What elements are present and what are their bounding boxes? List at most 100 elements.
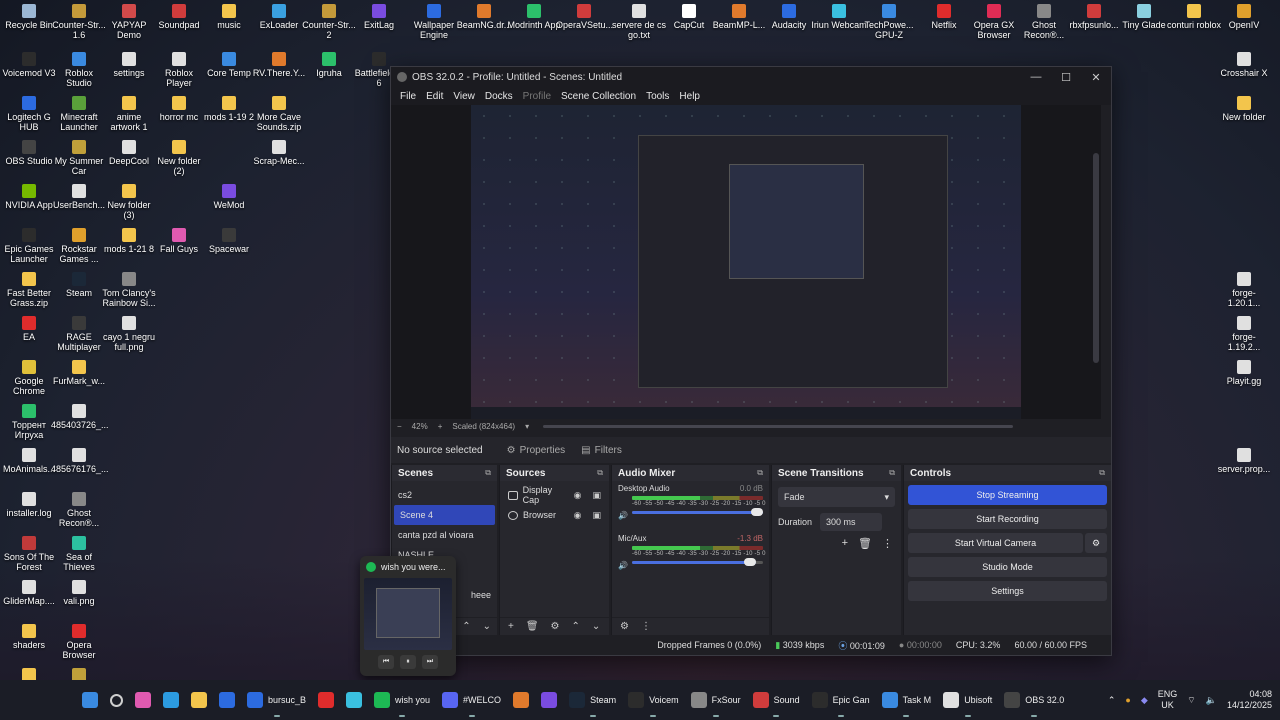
desktop-icon[interactable]: horror mc [151,96,207,122]
speaker-icon[interactable]: 🔊 [618,511,628,520]
add-transition-icon[interactable]: + [842,537,848,550]
scene-item-canta[interactable]: canta pzd al vioara [392,525,497,545]
taskbar-epic-games[interactable]: Epic Gan [806,680,876,720]
desktop-icon[interactable]: Wallpaper Engine [406,4,462,40]
desktop-icon[interactable]: cayo 1 negru full.png [101,316,157,352]
desktop-icon[interactable]: Fast Better Grass.zip [1,272,57,308]
stop-streaming-button[interactable]: Stop Streaming [908,485,1107,505]
desktop-icon[interactable]: WeMod [201,184,257,210]
taskbar-file-explorer[interactable] [185,680,213,720]
close-button[interactable]: ✕ [1081,71,1111,84]
desktop-icon[interactable]: Epic Games Launcher [1,228,57,264]
scale-dropdown-icon[interactable]: ▾ [525,422,529,431]
desktop-icon[interactable]: vali.png [51,580,107,606]
desktop-icon[interactable]: YAPYAP Demo [101,4,157,40]
pause-button[interactable]: ⏸ [400,655,416,669]
desktop-icon[interactable]: Core Temp [201,52,257,78]
desktop-icon[interactable]: My Summer Car [51,140,107,176]
desktop-icon[interactable]: Opera Browser [51,624,107,660]
taskbar-netflix[interactable] [312,680,340,720]
taskbar-voicemod[interactable]: Voicem [622,680,685,720]
desktop-icon[interactable]: Ghost Recon®... [51,492,107,528]
desktop-icon[interactable]: New folder (3) [101,184,157,220]
desktop-icon[interactable]: Google Chrome [1,360,57,396]
desktop-icon[interactable]: TechPowe... GPU-Z [861,4,917,40]
eye-icon[interactable]: ◉ [574,510,582,521]
desktop-icon[interactable]: FurMark_w... [51,360,107,386]
desktop-icon[interactable]: 485676176_... [51,448,109,474]
scene-item-scene-4[interactable]: Scene 4 [394,505,495,525]
menu-profile[interactable]: Profile [518,91,556,102]
preview-thumbnail[interactable] [364,578,452,650]
desktop-icon[interactable]: Logitech G HUB [1,96,57,132]
desktop-icon[interactable]: Opera GX Browser [966,4,1022,40]
transition-select[interactable]: Fade ▾ [778,487,895,507]
taskbar-spotify[interactable]: wish you [368,680,436,720]
language-indicator[interactable]: ENG UK [1158,689,1178,711]
taskbar-obs[interactable]: OBS 32.0 [998,680,1070,720]
taskbar-edge[interactable] [157,680,185,720]
discord-tray-icon[interactable]: ◆ [1141,695,1148,706]
obs-titlebar[interactable]: OBS 32.0.2 - Profile: Untitled - Scenes:… [391,67,1111,87]
taskbar-bursuc[interactable]: bursuc_B [241,680,312,720]
desktop-icon[interactable]: Voicemod V3 [1,52,57,78]
source-up-icon[interactable]: ⌃ [572,621,580,632]
desktop-icon[interactable]: Iriun Webcam [811,4,867,30]
desktop-icon[interactable]: Steam [51,272,107,298]
spotify-hover-preview[interactable]: wish you were... ⏮ ⏸ ⏭ [360,556,456,676]
mic-icon[interactable]: ● [1125,695,1130,705]
studio-mode-button[interactable]: Studio Mode [908,557,1107,577]
start-recording-button[interactable]: Start Recording [908,509,1107,529]
desktop-icon[interactable]: Netflix [916,4,972,30]
menu-file[interactable]: File [395,91,421,102]
desktop-icon[interactable]: Scrap-Mec... [251,140,307,166]
desktop-icon[interactable]: Recycle Bin [1,4,57,30]
desktop-icon[interactable]: MoAnimals... [1,448,57,474]
scene-item-cs2[interactable]: cs2 [392,485,497,505]
desktop-icon[interactable]: OperaVSetu... [556,4,613,30]
desktop-icon[interactable]: DeepCool [101,140,157,166]
menu-tools[interactable]: Tools [641,91,674,102]
desktop-icon[interactable]: BeamNG.dr... [456,4,512,30]
taskbar-soundpad[interactable]: Sound [747,680,806,720]
desktop-icon[interactable]: Soundpad [151,4,207,30]
volume-knob[interactable] [751,508,763,516]
desktop-icon[interactable]: Modrinth App [506,4,562,30]
taskbar-app-blue[interactable] [340,680,368,720]
menu-docks[interactable]: Docks [480,91,518,102]
desktop-icon[interactable]: music [201,4,257,30]
undock-icon[interactable]: ⧉ [889,468,895,478]
menu-scene-collection[interactable]: Scene Collection [556,91,641,102]
taskbar-app-orange[interactable] [507,680,535,720]
desktop-icon[interactable]: Торрент Игруха [1,404,57,440]
menu-edit[interactable]: Edit [421,91,448,102]
undock-icon[interactable]: ⧉ [1099,468,1105,478]
add-source-icon[interactable]: + [508,621,514,632]
desktop-icon[interactable]: anime artwork 1 [101,96,157,132]
mixer-settings-icon[interactable]: ⚙ [620,621,629,632]
desktop-icon[interactable]: RV.There.Y... [251,52,307,78]
source-item-browser[interactable]: Browser ◉ ▣ [500,505,609,525]
desktop-icon[interactable]: mods 1-21 8 [101,228,157,254]
lock-icon[interactable]: ▣ [592,490,601,501]
zoom-out-button[interactable]: − [397,422,402,431]
desktop-icon[interactable]: Counter-Str... 1.6 [51,4,107,40]
menu-help[interactable]: Help [674,91,705,102]
desktop-icon[interactable]: Crosshair X [1216,52,1272,78]
preview-scrollbar[interactable] [1093,153,1099,363]
desktop-icon[interactable]: Counter-Str... 2 [301,4,357,40]
desktop-icon[interactable]: Ghost Recon®... [1016,4,1072,40]
desktop-icon[interactable]: Rockstar Games ... [51,228,107,264]
desktop-icon[interactable]: BeamMP-L... [711,4,767,30]
desktop-icon[interactable]: forge-1.20.1... [1216,272,1272,308]
desktop-icon[interactable]: Roblox Player [151,52,207,88]
taskbar-start[interactable] [76,680,104,720]
maximize-button[interactable]: ☐ [1051,71,1081,84]
desktop-icon[interactable]: Igruha [301,52,357,78]
menu-view[interactable]: View [448,91,480,102]
taskbar-task-manager[interactable]: Task M [876,680,938,720]
transition-menu-icon[interactable]: ⋮ [882,537,893,550]
zoom-in-button[interactable]: + [438,422,443,431]
source-item-display-capture[interactable]: Display Cap ◉ ▣ [500,485,609,505]
virtual-camera-settings-icon[interactable]: ⚙ [1085,533,1107,553]
